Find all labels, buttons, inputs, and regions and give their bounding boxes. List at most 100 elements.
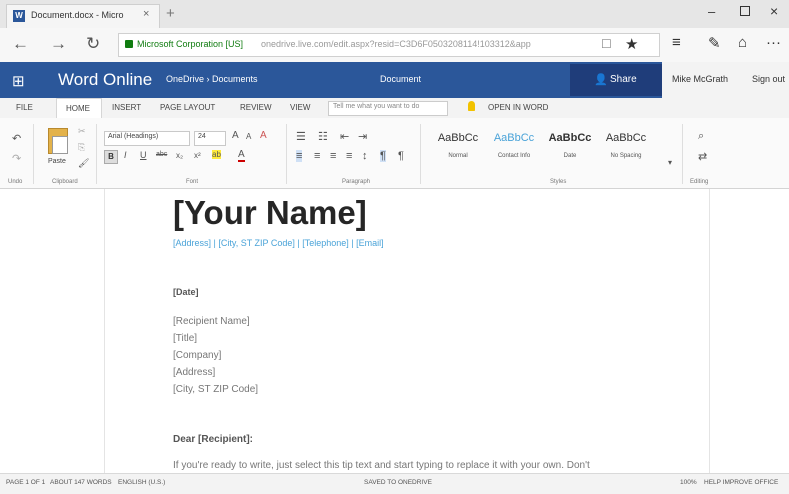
increase-indent-icon[interactable]: ⇥ bbox=[358, 130, 367, 143]
url-input[interactable]: Microsoft Corporation [US] onedrive.live… bbox=[118, 33, 660, 57]
doc-salutation[interactable]: Dear [Recipient]: bbox=[173, 434, 253, 445]
style-contact-info[interactable]: AaBbCc Contact Info bbox=[488, 126, 540, 170]
group-divider bbox=[33, 124, 34, 184]
copy-icon[interactable]: ⎘ bbox=[78, 142, 85, 153]
recipient-line[interactable]: [Address] bbox=[173, 367, 215, 378]
tab-page-layout[interactable]: PAGE LAYOUT bbox=[160, 103, 215, 112]
style-sample: AaBbCc bbox=[548, 132, 592, 144]
recipient-line[interactable]: [Company] bbox=[173, 350, 221, 361]
shrink-font-icon[interactable]: A bbox=[246, 132, 251, 141]
browser-tab[interactable]: W Document.docx - Micro × bbox=[6, 4, 160, 29]
style-sample: AaBbCc bbox=[605, 132, 647, 144]
tab-view[interactable]: VIEW bbox=[290, 103, 310, 112]
strikethrough-button[interactable]: abc bbox=[156, 151, 167, 158]
subscript-button[interactable]: x₂ bbox=[176, 151, 183, 160]
group-divider bbox=[420, 124, 421, 184]
reading-view-icon[interactable]: ☐ bbox=[601, 37, 612, 51]
style-sample: AaBbCc bbox=[493, 132, 535, 144]
tell-me-placeholder: Tell me what you want to do bbox=[333, 103, 420, 110]
tab-insert[interactable]: INSERT bbox=[112, 103, 141, 112]
format-painter-icon[interactable]: 🖌 bbox=[78, 158, 89, 169]
document-title[interactable]: Document bbox=[380, 74, 421, 84]
bold-button[interactable]: B bbox=[104, 150, 118, 164]
left-to-right-icon[interactable]: ¶ bbox=[380, 150, 386, 162]
font-size-value: 24 bbox=[198, 133, 206, 140]
decrease-indent-icon[interactable]: ⇤ bbox=[340, 130, 349, 143]
save-status: SAVED TO ONEDRIVE bbox=[364, 479, 432, 486]
recipient-line[interactable]: [Recipient Name] bbox=[173, 316, 250, 327]
app-name[interactable]: Word Online bbox=[58, 70, 152, 90]
editing-group-label: Editing bbox=[690, 179, 709, 185]
forward-arrow-icon[interactable]: → bbox=[50, 34, 67, 54]
hub-icon[interactable]: ≡ bbox=[672, 34, 681, 51]
back-arrow-icon[interactable]: ← bbox=[12, 34, 29, 54]
tab-title: Document.docx - Micro bbox=[31, 10, 124, 20]
document-page[interactable]: [Your Name] [Address] | [City, ST ZIP Co… bbox=[104, 189, 710, 473]
paste-button[interactable]: Paste bbox=[48, 158, 66, 165]
style-normal[interactable]: AaBbCc Normal bbox=[432, 126, 484, 170]
center-icon[interactable]: ≡ bbox=[314, 150, 320, 162]
font-color-button[interactable]: A bbox=[238, 149, 245, 162]
recipient-line[interactable]: [City, ST ZIP Code] bbox=[173, 384, 258, 395]
share-page-icon[interactable]: ⌂ bbox=[738, 34, 747, 51]
grow-font-icon[interactable]: A bbox=[232, 130, 239, 141]
minimize-window-icon[interactable]: – bbox=[708, 4, 715, 19]
style-no-spacing[interactable]: AaBbCc No Spacing bbox=[600, 126, 652, 170]
right-to-left-icon[interactable]: ¶ bbox=[398, 150, 404, 162]
undo-icon[interactable]: ↶ bbox=[12, 132, 21, 145]
find-icon[interactable]: ⌕ bbox=[698, 130, 704, 143]
maximize-window-icon[interactable] bbox=[740, 6, 750, 16]
tab-home[interactable]: HOME bbox=[56, 98, 102, 120]
word-tab-icon: W bbox=[13, 10, 25, 22]
replace-icon[interactable]: ⇄ bbox=[698, 150, 707, 163]
close-tab-icon[interactable]: × bbox=[143, 8, 149, 20]
breadcrumb[interactable]: OneDrive › Documents bbox=[166, 74, 258, 84]
cut-icon[interactable]: ✂ bbox=[78, 126, 86, 137]
ribbon: ↶ ↷ Undo Paste ✂ ⎘ 🖌 Clipboard Arial (He… bbox=[0, 118, 789, 189]
font-size-select[interactable]: 24 bbox=[194, 131, 226, 146]
group-divider bbox=[96, 124, 97, 184]
highlight-button[interactable]: ab bbox=[212, 150, 221, 159]
tab-review[interactable]: REVIEW bbox=[240, 103, 272, 112]
share-button[interactable]: 👤 Share bbox=[570, 64, 662, 96]
new-tab-icon[interactable]: + bbox=[166, 5, 175, 22]
align-left-icon[interactable]: ≡ bbox=[296, 150, 303, 162]
tell-me-input[interactable]: Tell me what you want to do bbox=[328, 101, 448, 116]
undo-group-label: Undo bbox=[8, 179, 23, 185]
app-launcher-icon[interactable]: ⊞ bbox=[12, 72, 25, 90]
doc-contact-line[interactable]: [Address] | [City, ST ZIP Code] | [Telep… bbox=[173, 238, 384, 248]
user-name[interactable]: Mike McGrath bbox=[672, 74, 728, 84]
style-date[interactable]: AaBbCc Date bbox=[544, 126, 596, 170]
italic-button[interactable]: I bbox=[124, 150, 127, 160]
doc-name-heading[interactable]: [Your Name] bbox=[173, 194, 367, 232]
tab-file[interactable]: FILE bbox=[16, 103, 33, 112]
more-icon[interactable]: ··· bbox=[766, 34, 781, 51]
align-right-icon[interactable]: ≡ bbox=[330, 150, 336, 162]
help-improve-office-link[interactable]: HELP IMPROVE OFFICE bbox=[704, 479, 778, 486]
bullets-icon[interactable]: ☰ bbox=[296, 130, 306, 143]
doc-body-text[interactable]: If you're ready to write, just select th… bbox=[173, 460, 590, 471]
underline-button[interactable]: U bbox=[140, 150, 147, 160]
line-spacing-icon[interactable]: ↕ bbox=[362, 150, 368, 162]
numbering-icon[interactable]: ☷ bbox=[318, 130, 328, 143]
close-window-icon[interactable]: × bbox=[770, 3, 778, 19]
url-text: onedrive.live.com/edit.aspx?resid=C3D6F0… bbox=[261, 39, 531, 49]
sign-out-link[interactable]: Sign out bbox=[752, 74, 785, 84]
favorite-star-icon[interactable]: ★ bbox=[625, 35, 638, 53]
user-area: Mike McGrath Sign out bbox=[662, 62, 789, 98]
justify-icon[interactable]: ≡ bbox=[346, 150, 352, 162]
font-name-select[interactable]: Arial (Headings) bbox=[104, 131, 190, 146]
recipient-line[interactable]: [Title] bbox=[173, 333, 197, 344]
redo-icon[interactable]: ↷ bbox=[12, 152, 21, 165]
doc-date[interactable]: [Date] bbox=[173, 287, 199, 297]
more-styles-icon[interactable]: ▾ bbox=[668, 158, 672, 167]
styles-group-label: Styles bbox=[550, 179, 567, 185]
clear-formatting-icon[interactable]: A bbox=[260, 130, 267, 141]
superscript-button[interactable]: x² bbox=[194, 151, 201, 160]
web-note-icon[interactable]: ✎ bbox=[708, 34, 721, 52]
open-in-word-button[interactable]: OPEN IN WORD bbox=[488, 103, 548, 112]
zoom-level[interactable]: 100% bbox=[680, 479, 697, 486]
refresh-icon[interactable]: ↻ bbox=[86, 34, 100, 54]
word-count: ABOUT 147 WORDS bbox=[50, 479, 112, 486]
language-indicator[interactable]: ENGLISH (U.S.) bbox=[118, 479, 165, 486]
